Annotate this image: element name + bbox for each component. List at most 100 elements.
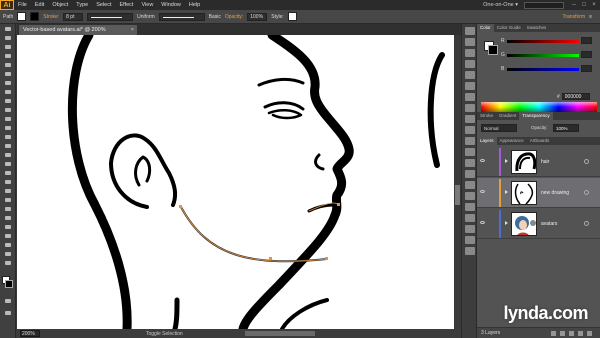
shape-builder-tool-icon[interactable] xyxy=(1,160,15,168)
hand-tool-icon[interactable] xyxy=(1,250,15,258)
red-track[interactable] xyxy=(507,40,579,43)
menu-object[interactable]: Object xyxy=(48,0,72,10)
selection-tool-icon[interactable] xyxy=(1,25,15,33)
new-sublayer-icon[interactable] xyxy=(569,331,574,336)
close-icon[interactable]: × xyxy=(590,2,598,9)
draw-mode-icon[interactable] xyxy=(1,297,15,305)
blob-brush-tool-icon[interactable] xyxy=(1,106,15,114)
transparency-opacity-field[interactable]: 100% xyxy=(553,124,579,132)
layers-panel-icon[interactable] xyxy=(465,137,475,145)
blue-track[interactable] xyxy=(507,68,579,71)
mesh-tool-icon[interactable] xyxy=(1,178,15,186)
menu-select[interactable]: Select xyxy=(92,0,115,10)
visibility-eye-icon[interactable] xyxy=(480,159,485,162)
layer-target-icon[interactable] xyxy=(584,221,589,226)
gradient-panel-icon[interactable] xyxy=(465,93,475,101)
menu-effect[interactable]: Effect xyxy=(116,0,138,10)
workspace-switcher[interactable]: One-on-One ▾ xyxy=(483,2,518,8)
color-panel-icon[interactable] xyxy=(465,27,475,35)
actions-icon[interactable] xyxy=(465,247,475,255)
vertical-scrollbar[interactable] xyxy=(454,35,461,329)
visibility-eye-icon[interactable] xyxy=(480,190,485,193)
rotate-tool-icon[interactable] xyxy=(1,124,15,132)
blue-value[interactable] xyxy=(581,65,592,72)
direct-selection-tool-icon[interactable] xyxy=(1,34,15,42)
color-guide-icon[interactable] xyxy=(465,38,475,46)
layer-row-hair[interactable]: hair xyxy=(477,147,600,177)
blend-mode-select[interactable]: Normal xyxy=(481,124,517,132)
column-graph-tool-icon[interactable] xyxy=(1,223,15,231)
blue-slider[interactable]: B xyxy=(501,65,593,72)
tab-artboards[interactable]: Artboards xyxy=(527,137,553,145)
links-panel-icon[interactable] xyxy=(465,214,475,222)
search-input[interactable] xyxy=(524,1,564,9)
brush-definition[interactable] xyxy=(158,12,205,21)
blend-tool-icon[interactable] xyxy=(1,205,15,213)
brushes-icon[interactable] xyxy=(465,60,475,68)
fill-swatch[interactable] xyxy=(17,12,27,21)
trash-icon[interactable] xyxy=(587,331,592,336)
menu-type[interactable]: Type xyxy=(72,0,92,10)
menu-file[interactable]: File xyxy=(14,0,31,10)
vertical-scroll-thumb[interactable] xyxy=(455,185,460,205)
locate-object-icon[interactable] xyxy=(551,331,556,336)
status-text[interactable]: Toggle Selection xyxy=(146,331,183,337)
pencil-tool-icon[interactable] xyxy=(1,97,15,105)
artboard-canvas[interactable] xyxy=(17,35,454,329)
tab-stroke[interactable]: Stroke xyxy=(477,112,496,120)
stroke-weight-field[interactable]: 8 pt xyxy=(63,12,84,21)
minimize-icon[interactable]: – xyxy=(570,2,578,9)
menu-edit[interactable]: Edit xyxy=(31,0,48,10)
expand-triangle-icon[interactable] xyxy=(505,221,508,225)
layer-row-avatars[interactable]: avatars xyxy=(477,209,600,239)
red-value[interactable] xyxy=(581,37,592,44)
zoom-tool-icon[interactable] xyxy=(1,259,15,267)
stroke-panel-icon[interactable] xyxy=(465,82,475,90)
layer-name[interactable]: new drawing xyxy=(541,190,569,196)
free-transform-tool-icon[interactable] xyxy=(1,151,15,159)
paintbrush-tool-icon[interactable] xyxy=(1,88,15,96)
scale-tool-icon[interactable] xyxy=(1,133,15,141)
width-tool-icon[interactable] xyxy=(1,142,15,150)
rectangle-tool-icon[interactable] xyxy=(1,79,15,87)
eraser-tool-icon[interactable] xyxy=(1,115,15,123)
magic-wand-tool-icon[interactable] xyxy=(1,43,15,51)
info-panel-icon[interactable] xyxy=(465,225,475,233)
zoom-level-field[interactable]: 200% xyxy=(20,330,40,337)
visibility-eye-icon[interactable] xyxy=(480,221,485,224)
menu-help[interactable]: Help xyxy=(185,0,204,10)
screen-mode-icon[interactable] xyxy=(1,309,15,317)
line-tool-icon[interactable] xyxy=(1,70,15,78)
layer-row-new-drawing[interactable]: new drawing xyxy=(477,178,600,208)
menu-window[interactable]: Window xyxy=(157,0,185,10)
layer-target-icon[interactable] xyxy=(584,159,589,164)
opacity-label[interactable]: Opacity: xyxy=(225,14,243,20)
tab-gradient[interactable]: Gradient xyxy=(496,112,519,120)
symbols-icon[interactable] xyxy=(465,71,475,79)
variable-width-profile[interactable] xyxy=(87,12,134,21)
new-layer-icon[interactable] xyxy=(578,331,583,336)
graphic-styles-icon[interactable] xyxy=(465,126,475,134)
pathfinder-icon[interactable] xyxy=(465,170,475,178)
swatches-icon[interactable] xyxy=(465,49,475,57)
slice-tool-icon[interactable] xyxy=(1,241,15,249)
paragraph-panel-icon[interactable] xyxy=(465,203,475,211)
tab-color[interactable]: Color xyxy=(477,24,494,32)
perspective-grid-tool-icon[interactable] xyxy=(1,169,15,177)
gradient-tool-icon[interactable] xyxy=(1,187,15,195)
character-panel-icon[interactable] xyxy=(465,192,475,200)
green-slider[interactable]: G xyxy=(501,51,593,58)
horizontal-scroll-thumb[interactable] xyxy=(245,331,315,336)
layer-target-icon[interactable] xyxy=(584,190,589,195)
document-tab[interactable]: Vector-based avatars.ai* @ 200% (RGB/Pre… xyxy=(19,25,137,43)
tab-swatches[interactable]: Swatches xyxy=(524,24,550,32)
hex-field[interactable]: 000000 xyxy=(561,93,590,100)
stroke-chip[interactable] xyxy=(488,45,498,55)
tab-color-guide[interactable]: Color Guide xyxy=(494,24,524,32)
appearance-panel-icon[interactable] xyxy=(465,115,475,123)
symbol-sprayer-tool-icon[interactable] xyxy=(1,214,15,222)
tab-transparency[interactable]: Transparency xyxy=(519,112,553,120)
artboard-tool-icon[interactable] xyxy=(1,232,15,240)
eyedropper-tool-icon[interactable] xyxy=(1,196,15,204)
stroke-label[interactable]: Stroke: xyxy=(43,14,59,20)
